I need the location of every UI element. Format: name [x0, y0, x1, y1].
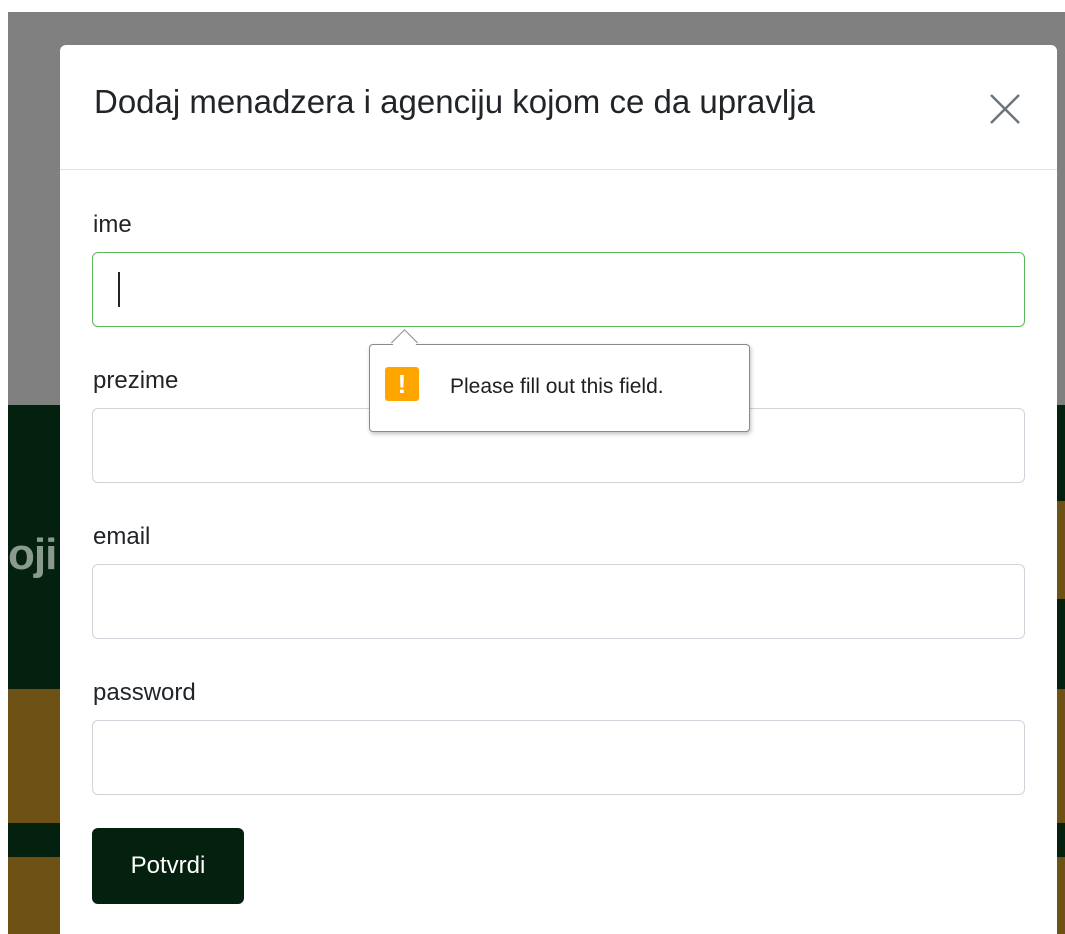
modal-title: Dodaj menadzera i agenciju kojom ce da u… — [94, 83, 815, 120]
password-label: password — [93, 679, 196, 706]
email-input[interactable] — [92, 564, 1025, 639]
add-manager-modal: Dodaj menadzera i agenciju kojom ce da u… — [60, 45, 1057, 934]
submit-button[interactable]: Potvrdi — [92, 828, 244, 904]
text-caret — [118, 272, 120, 307]
validation-message: Please fill out this field. — [450, 375, 664, 398]
validation-tooltip: ! Please fill out this field. — [369, 329, 750, 432]
close-icon — [990, 94, 1020, 124]
ime-label: ime — [93, 211, 132, 238]
ime-input[interactable] — [92, 252, 1025, 327]
close-button[interactable] — [985, 89, 1025, 129]
prezime-label: prezime — [93, 367, 179, 394]
warning-icon: ! — [385, 367, 419, 401]
modal-header: Dodaj menadzera i agenciju kojom ce da u… — [60, 45, 1057, 170]
password-input[interactable] — [92, 720, 1025, 795]
background-block — [1057, 501, 1065, 599]
background-heading: oji — [8, 530, 57, 579]
email-label: email — [93, 523, 151, 550]
screen: oji Dodaj menadzera i agenciju kojom ce … — [0, 0, 1065, 934]
